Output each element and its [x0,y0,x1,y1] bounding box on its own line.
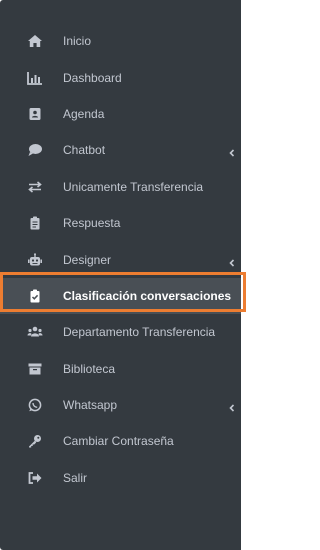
sidebar-item-label: Dashboard [63,70,122,85]
chevron-left-icon[interactable] [228,401,236,412]
sidebar-item-chatbot[interactable]: Chatbot [0,132,241,168]
home-icon [27,34,43,48]
sidebar-item-label: Unicamente Transferencia [63,179,204,194]
sidebar-item-designer[interactable]: Designer [0,241,241,277]
chevron-left-icon[interactable] [228,146,236,157]
users-icon [27,325,43,339]
sidebar: Inicio Dashboard Agenda Chatbot Unicamen… [0,0,246,550]
sidebar-item-clasificacion-conversaciones[interactable]: Clasificación conversaciones [0,277,241,315]
sidebar-item-label: Designer [63,252,112,267]
sidebar-item-label: Agenda [63,106,105,121]
sidebar-item-inicio[interactable]: Inicio [0,23,241,59]
sidebar-item-label: Salir [63,470,88,485]
sidebar-item-label: Inicio [63,34,92,49]
sidebar-item-dashboard[interactable]: Dashboard [0,59,241,95]
sidebar-item-departamento-transferencia[interactable]: Departamento Transferencia [0,314,241,350]
chevron-left-icon[interactable] [228,256,236,267]
sidebar-menu: Inicio Dashboard Agenda Chatbot Unicamen… [0,23,241,496]
clipboard-icon [27,216,43,230]
sidebar-item-biblioteca[interactable]: Biblioteca [0,351,241,387]
sidebar-item-label: Chatbot [63,143,106,158]
sign-out-icon [27,471,43,485]
key-icon [27,434,43,448]
exchange-icon [27,180,43,194]
whatsapp-icon [27,398,43,412]
sidebar-item-label: Respuesta [63,216,121,231]
comment-icon [27,143,43,157]
sidebar-item-label: Whatsapp [63,398,118,413]
clipboard-check-icon [27,289,43,303]
sidebar-item-agenda[interactable]: Agenda [0,96,241,132]
sidebar-item-salir[interactable]: Salir [0,460,241,496]
archive-icon [27,362,43,376]
sidebar-item-cambiar-contrasena[interactable]: Cambiar Contraseña [0,423,241,459]
chart-bar-icon [27,71,43,85]
sidebar-item-label: Cambiar Contraseña [63,434,174,449]
sidebar-item-unicamente-transferencia[interactable]: Unicamente Transferencia [0,169,241,205]
sidebar-item-whatsapp[interactable]: Whatsapp [0,387,241,423]
sidebar-item-label: Clasificación conversaciones [63,288,232,303]
sidebar-item-respuesta[interactable]: Respuesta [0,205,241,241]
sidebar-item-label: Departamento Transferencia [63,325,216,340]
sidebar-item-label: Biblioteca [63,361,116,376]
robot-icon [27,252,43,267]
address-book-icon [27,107,43,121]
